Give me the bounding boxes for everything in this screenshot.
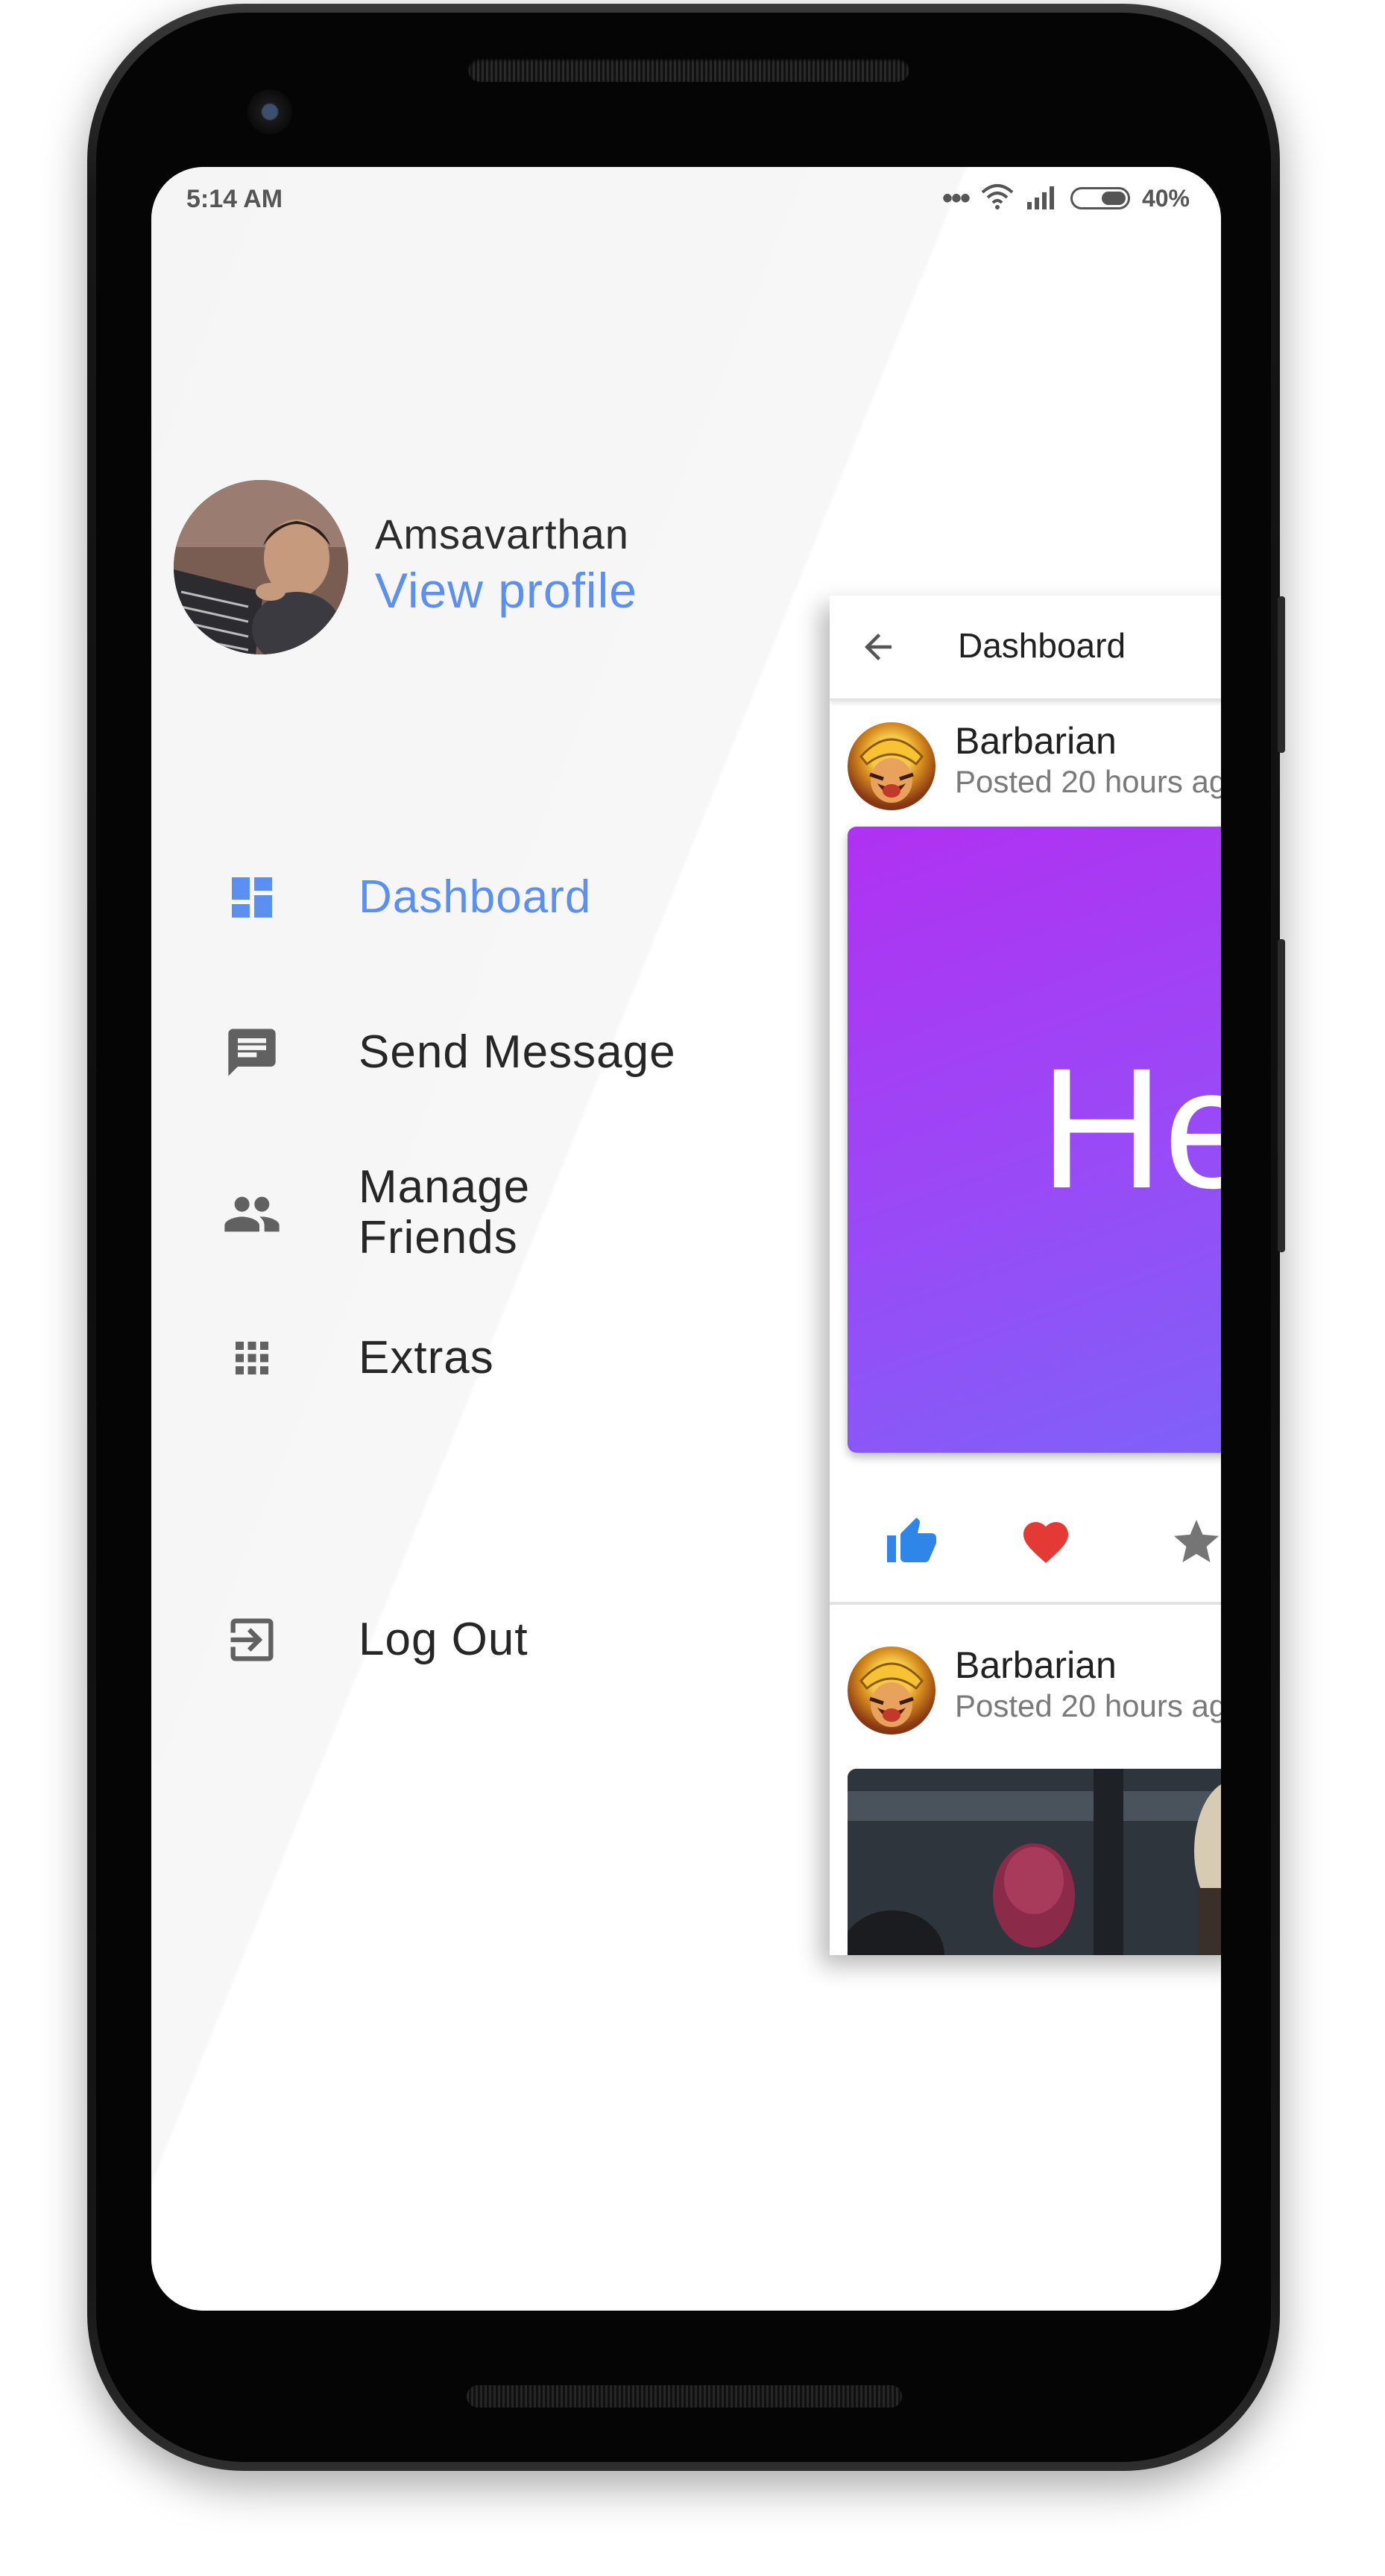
- battery-icon: [1070, 187, 1130, 209]
- more-dots-icon: •••: [941, 182, 971, 215]
- post-content-card[interactable]: He: [848, 827, 1221, 1453]
- bottom-speaker: [467, 2385, 902, 2408]
- post-avatar[interactable]: [848, 722, 936, 810]
- heart-icon[interactable]: [1016, 1512, 1076, 1572]
- dashboard-preview[interactable]: Dashboard Barbarian Posted 20 hours ago …: [830, 596, 1221, 1955]
- apps-grid-icon: [222, 1328, 282, 1388]
- menu-item-dashboard[interactable]: Dashboard: [151, 845, 748, 950]
- menu-item-manage-friends[interactable]: Manage Friends: [151, 1155, 748, 1274]
- post-header: Barbarian Posted 20 hours ago: [830, 707, 1221, 812]
- logout-button[interactable]: Log Out: [151, 1588, 748, 1692]
- post-time: Posted 20 hours ago: [955, 764, 1221, 799]
- app-bar-title: Dashboard: [958, 626, 1126, 665]
- message-icon: [222, 1023, 282, 1082]
- post-header: Barbarian Posted 20 hours ago: [830, 1632, 1221, 1736]
- post-video-thumbnail[interactable]: [848, 1769, 1221, 1955]
- menu-item-extras[interactable]: Extras: [151, 1306, 748, 1410]
- logout-label: Log Out: [359, 1614, 529, 1665]
- wifi-icon: [981, 183, 1014, 214]
- post-actions: [830, 1505, 1221, 1587]
- back-arrow-icon[interactable]: [858, 627, 898, 671]
- volume-button: [1278, 596, 1285, 753]
- screen: 5:14 AM ••• 40% Amsavarthan View profile: [151, 167, 1221, 2311]
- signal-icon: [1026, 184, 1059, 213]
- battery-percent: 40%: [1141, 184, 1190, 212]
- menu-item-label: Dashboard: [359, 871, 592, 923]
- post-author: Barbarian: [955, 1644, 1117, 1686]
- power-button: [1278, 939, 1285, 1252]
- menu-item-label: Send Message: [359, 1026, 676, 1078]
- post-author: Barbarian: [955, 720, 1117, 762]
- people-icon: [222, 1184, 282, 1244]
- avatar[interactable]: [174, 480, 348, 654]
- status-icons: ••• 40%: [942, 182, 1190, 215]
- post-time: Posted 20 hours ago: [955, 1688, 1221, 1723]
- menu-item-send-message[interactable]: Send Message: [151, 1000, 748, 1105]
- post-content-text: He: [1040, 1032, 1221, 1224]
- view-profile-link[interactable]: View profile: [375, 562, 637, 619]
- menu-item-label-line: Manage Friends: [359, 1161, 531, 1263]
- front-camera: [247, 89, 292, 134]
- menu-item-label: Extras: [359, 1332, 494, 1383]
- status-time: 5:14 AM: [186, 185, 283, 213]
- thumbs-up-icon[interactable]: [882, 1512, 941, 1572]
- app-bar: Dashboard: [830, 596, 1221, 700]
- star-icon[interactable]: [1167, 1512, 1221, 1572]
- post-divider: [830, 1602, 1221, 1605]
- logout-icon: [222, 1610, 282, 1670]
- profile-name: Amsavarthan: [375, 511, 629, 558]
- earpiece-speaker: [468, 58, 909, 82]
- dashboard-icon: [222, 868, 282, 927]
- post-avatar[interactable]: [848, 1647, 936, 1734]
- menu-item-label: Manage Friends: [359, 1162, 530, 1263]
